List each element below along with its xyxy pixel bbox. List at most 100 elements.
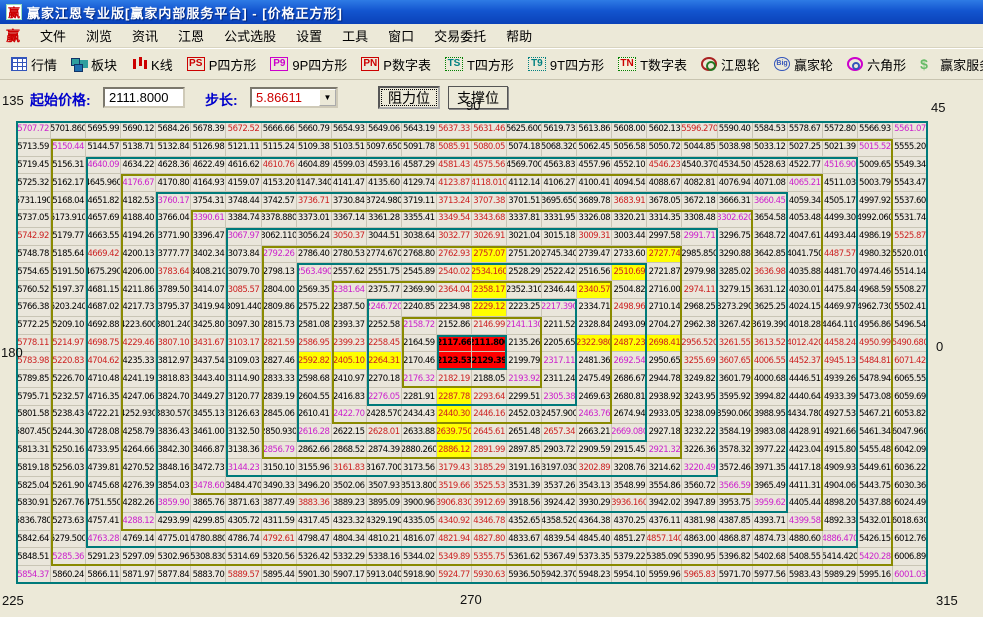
grid-cell: 5760.52: [16, 281, 51, 299]
grid-cell: 2299.51: [507, 388, 542, 406]
grid-cell: 2698.41: [647, 335, 682, 353]
toolbar-button-六角形[interactable]: 六角形: [840, 52, 913, 77]
grid-cell: 2516.56: [577, 263, 612, 281]
grid-cell: 2721.87: [647, 263, 682, 281]
menu-item-窗口[interactable]: 窗口: [378, 24, 424, 47]
toolbar-button-板块[interactable]: 板块: [64, 52, 124, 77]
grid-cell: 5115.24: [262, 139, 297, 157]
grid-cell: 4247.06: [121, 388, 156, 406]
grid-cell: 3208.76: [612, 459, 647, 477]
menu-item-文件[interactable]: 文件: [30, 24, 76, 47]
resistance-button[interactable]: 阻力位: [378, 86, 440, 109]
grid-cell: 4417.18: [788, 459, 823, 477]
menu-item-工具[interactable]: 工具: [332, 24, 378, 47]
grid-cell: 3296.75: [718, 228, 753, 246]
toolbar-button-9P四方形[interactable]: P99P四方形: [263, 52, 354, 77]
grid-cell: 3103.17: [226, 335, 261, 353]
grid-cell: 4511.03: [823, 174, 858, 192]
toolbar-button-赢家轮[interactable]: Big赢家轮: [767, 52, 840, 77]
menu-item-帮助[interactable]: 帮助: [496, 24, 542, 47]
menu-item-江恩[interactable]: 江恩: [168, 24, 214, 47]
toolbar-label: 9T四方形: [550, 55, 604, 74]
grid-cell: 5737.05: [16, 210, 51, 228]
grid-cell: 4640.09: [86, 157, 121, 175]
grid-cell: 2334.71: [577, 299, 612, 317]
grid-cell: 5877.84: [156, 566, 191, 584]
grid-cell: 4458.24: [823, 335, 858, 353]
grid-cell: 4047.61: [788, 228, 823, 246]
grid-cell: 2405.10: [332, 352, 367, 370]
grid-cell: 5672.52: [226, 121, 261, 139]
grid-cell: 4129.74: [402, 174, 437, 192]
grid-cell: 3038.64: [402, 228, 437, 246]
grid-cell: 3724.980: [367, 192, 402, 210]
grid-cell: 2886.12: [437, 442, 472, 460]
toolbar-button-行情[interactable]: 行情: [4, 52, 64, 77]
grid-cell: 3607.65: [718, 352, 753, 370]
grid-cell: 4352.65: [507, 513, 542, 531]
grid-cell: 4346.78: [472, 513, 507, 531]
grid-cell: 5496.54: [893, 317, 928, 335]
toolbar-button-江恩轮[interactable]: 江恩轮: [694, 52, 767, 77]
toolbar-button-T四方形[interactable]: TST四方形: [438, 52, 521, 77]
toolbar-button-赢家服务[interactable]: $赢家服务: [913, 52, 983, 77]
toolbar-button-P数字表[interactable]: PNP数字表: [354, 52, 438, 77]
grid-cell: 2452.03: [507, 406, 542, 424]
menu-item-资讯[interactable]: 资讯: [122, 24, 168, 47]
grid-cell: 3531.39: [507, 477, 542, 495]
grid-cell: 3197.030: [542, 459, 577, 477]
grid-cell: 2346.44: [542, 281, 577, 299]
menu-item-交易委托[interactable]: 交易委托: [424, 24, 496, 47]
grid-cell: 5889.57: [226, 566, 261, 584]
grid-cell: 5056.58: [612, 139, 647, 157]
grid-cell: 2780.53: [332, 246, 367, 264]
menu-item-公式选股[interactable]: 公式选股: [214, 24, 286, 47]
grid-cell: 5901.30: [297, 566, 332, 584]
grid-cell: 5273.63: [51, 513, 86, 531]
grid-cell: 2264.31: [367, 352, 402, 370]
grid-cell: 2170.46: [402, 352, 437, 370]
step-combobox[interactable]: 5.86611 ▼: [250, 87, 338, 108]
grid-cell: 5924.77: [437, 566, 472, 584]
toolbar-button-9T四方形[interactable]: T99T四方形: [521, 52, 611, 77]
menu-item-浏览[interactable]: 浏览: [76, 24, 122, 47]
grid-cell: 3760.17: [156, 192, 191, 210]
grid-cell: 4012.420: [788, 335, 823, 353]
toolbar-button-P四方形[interactable]: PSP四方形: [180, 52, 264, 77]
grid-cell: 5156.31: [51, 157, 86, 175]
grid-cell: 4892.33: [823, 513, 858, 531]
grid-cell: 4628.36: [156, 157, 191, 175]
grid-cell: 6001.03: [893, 566, 928, 584]
grid-cell: 2610.41: [297, 406, 332, 424]
chevron-down-icon[interactable]: ▼: [319, 89, 336, 106]
grid-cell: 2328.84: [577, 317, 612, 335]
toolbar-button-K线[interactable]: K线: [124, 52, 180, 77]
grid-cell: 3525.53: [472, 477, 507, 495]
grid-cell: 5432.01: [858, 513, 893, 531]
toolbar-button-T数字表[interactable]: TNT数字表: [611, 52, 694, 77]
grid-cell: 4258.79: [121, 424, 156, 442]
grid-cell: 2774.670: [367, 246, 402, 264]
grid-cell: 2240.85: [402, 299, 437, 317]
grid-cell: 4176.67: [121, 174, 156, 192]
angle-label-225: 225: [2, 593, 24, 608]
grid-cell: 2979.98: [682, 263, 717, 281]
grid-cell: 2874.39: [367, 442, 402, 460]
grid-cell: 3273.290: [718, 299, 753, 317]
grid-cell: 4370.25: [612, 513, 647, 531]
grid-cell: 5027.25: [788, 139, 823, 157]
grid-cell: 4270.52: [121, 459, 156, 477]
start-price-input[interactable]: [103, 87, 185, 108]
grid-cell: 5637.33: [437, 121, 472, 139]
grid-cell: 5132.84: [156, 139, 191, 157]
grid-cell: 2129.39: [472, 352, 507, 370]
grid-cell: 6042.09: [893, 442, 928, 460]
grid-cell: 2897.85: [507, 442, 542, 460]
grid-cell: 3419.94: [191, 299, 226, 317]
grid-cell: 2950.65: [647, 352, 682, 370]
grid-cell: 3355.41: [402, 210, 437, 228]
grid-cell: 6047.960: [893, 424, 928, 442]
menu-item-设置[interactable]: 设置: [286, 24, 332, 47]
grid-cell: 3009.31: [577, 228, 612, 246]
grid-cell: 4311.59: [262, 513, 297, 531]
